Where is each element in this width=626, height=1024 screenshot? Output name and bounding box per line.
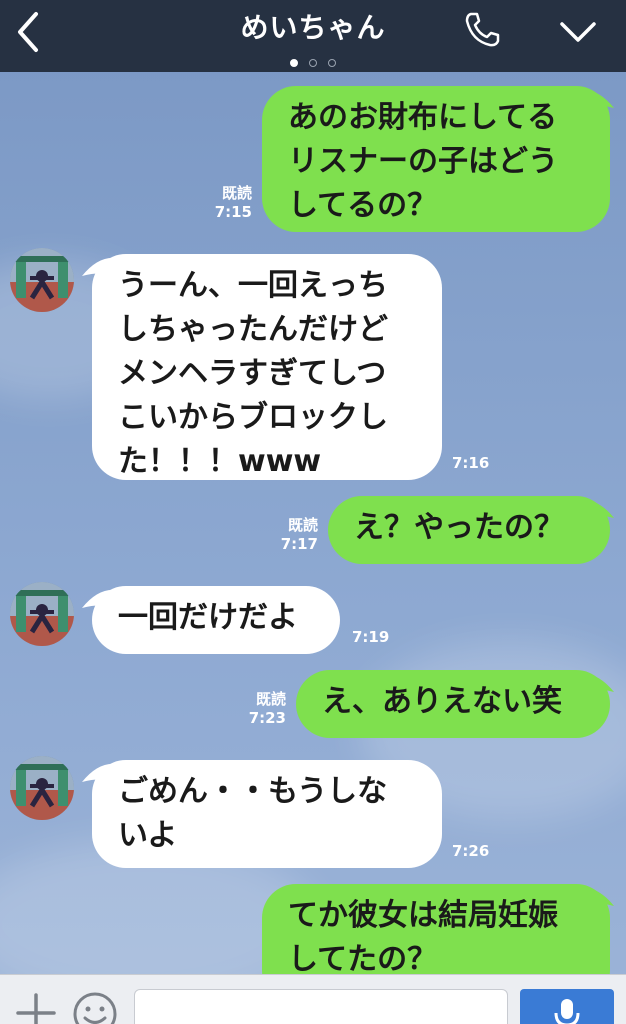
read-status: 既読 7:17 [280,516,318,553]
message-bubble-outgoing[interactable]: あのお財布にしてる リスナーの子はどう してるの？ [262,86,610,232]
message-bubble-outgoing[interactable]: え？やったの？ [328,496,610,564]
read-status: 既読 7:23 [248,690,286,727]
message-bubble-outgoing[interactable]: え、ありえない笑 [296,670,610,738]
message-time: 7:16 [452,454,490,472]
chat-title: めいちゃん [240,11,386,44]
avatar-photo [10,582,74,646]
page-dot [309,59,317,67]
chat-screen: めいちゃん 既読7:15 あのお財布にしてる リスナーの子はどう してるの？ [0,0,626,1024]
plus-icon[interactable] [16,993,56,1024]
message-input[interactable] [134,989,508,1024]
message-composer [0,974,626,1024]
avatar[interactable] [10,756,74,820]
message-bubble-incoming[interactable]: うーん、一回えっち しちゃったんだけど メンヘラすぎてしつ こいからブロックし … [92,254,442,480]
page-dot [289,59,298,67]
page-dot [328,59,337,67]
message-time: 7:26 [452,842,490,860]
avatar[interactable] [10,582,74,646]
microphone-button[interactable] [520,989,614,1024]
chevron-down-icon[interactable] [558,18,598,46]
page-indicator [0,52,626,67]
avatar-photo [10,248,74,312]
phone-icon[interactable] [462,10,502,50]
message-bubble-incoming[interactable]: ごめん・・もうしな いよ [92,760,442,868]
microphone-icon [554,999,580,1024]
message-time: 7:19 [352,628,390,646]
avatar-photo [10,756,74,820]
read-status: 既読 7:15 [214,184,252,221]
avatar[interactable] [10,248,74,312]
message-bubble-incoming[interactable]: 一回だけだよ [92,586,340,654]
emoji-icon[interactable] [72,991,118,1024]
chat-header: めいちゃん [0,0,626,72]
